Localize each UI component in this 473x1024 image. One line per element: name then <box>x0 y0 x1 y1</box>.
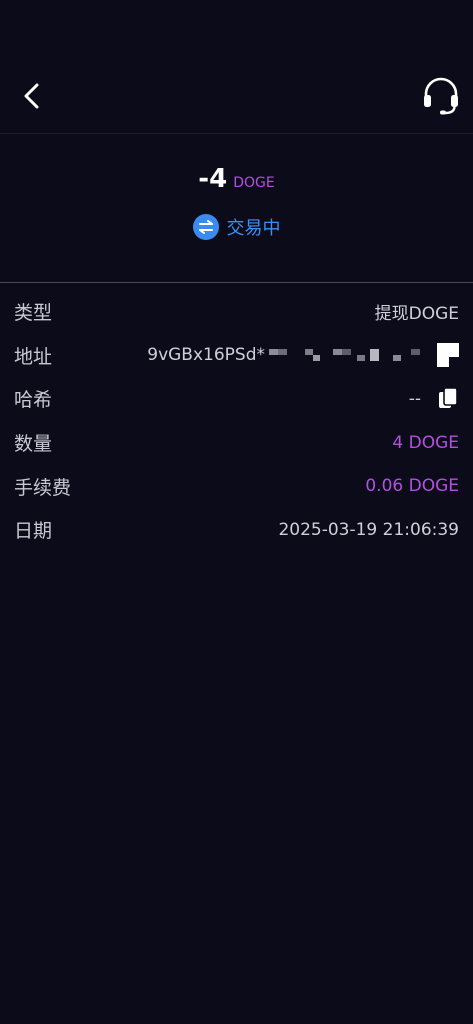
address-masked-pixels <box>267 347 427 363</box>
type-label: 类型 <box>14 302 53 325</box>
transaction-summary: -4 DOGE 交易中 <box>0 134 473 283</box>
headset-icon <box>424 77 458 115</box>
copy-address-icon[interactable] <box>437 343 459 368</box>
hash-value: -- <box>408 388 421 409</box>
details-list: 类型 提现DOGE 地址 9vGBx16PSd* 哈希 -- 数量 4 DOGE… <box>0 290 473 552</box>
transaction-detail-screen: -4 DOGE 交易中 类型 提现DOGE 地址 9vGBx16PSd* 哈希 … <box>0 0 473 1024</box>
quantity-value: 4 DOGE <box>392 432 459 453</box>
detail-row-quantity: 数量 4 DOGE <box>0 421 473 465</box>
detail-row-hash: 哈希 -- <box>0 377 473 421</box>
hash-label: 哈希 <box>14 389 53 412</box>
back-button[interactable] <box>14 76 50 116</box>
fee-value: 0.06 DOGE <box>365 476 459 497</box>
amount-value: -4 <box>198 164 228 194</box>
hash-value-container: -- <box>409 387 459 411</box>
detail-row-type: 类型 提现DOGE <box>0 290 473 334</box>
header <box>0 0 473 134</box>
amount-unit: DOGE <box>233 175 275 191</box>
detail-row-address: 地址 9vGBx16PSd* <box>0 334 473 378</box>
customer-support-button[interactable] <box>419 74 463 118</box>
status-display: 交易中 <box>0 214 473 240</box>
status-text: 交易中 <box>226 218 281 239</box>
detail-row-fee: 手续费 0.06 DOGE <box>0 464 473 508</box>
quantity-label: 数量 <box>14 433 53 456</box>
date-value: 2025-03-19 21:06:39 <box>278 519 459 540</box>
swap-icon <box>192 214 219 240</box>
date-label: 日期 <box>14 520 53 543</box>
address-value: 9vGBx16PSd* <box>147 345 265 366</box>
address-value-container: 9vGBx16PSd* <box>147 343 459 368</box>
address-label: 地址 <box>14 345 53 368</box>
detail-row-date: 日期 2025-03-19 21:06:39 <box>0 508 473 552</box>
chevron-left-icon <box>24 83 39 109</box>
type-value: 提现DOGE <box>374 304 459 325</box>
fee-label: 手续费 <box>14 476 72 499</box>
copy-hash-icon[interactable] <box>437 387 459 411</box>
amount-display: -4 DOGE <box>0 164 473 194</box>
